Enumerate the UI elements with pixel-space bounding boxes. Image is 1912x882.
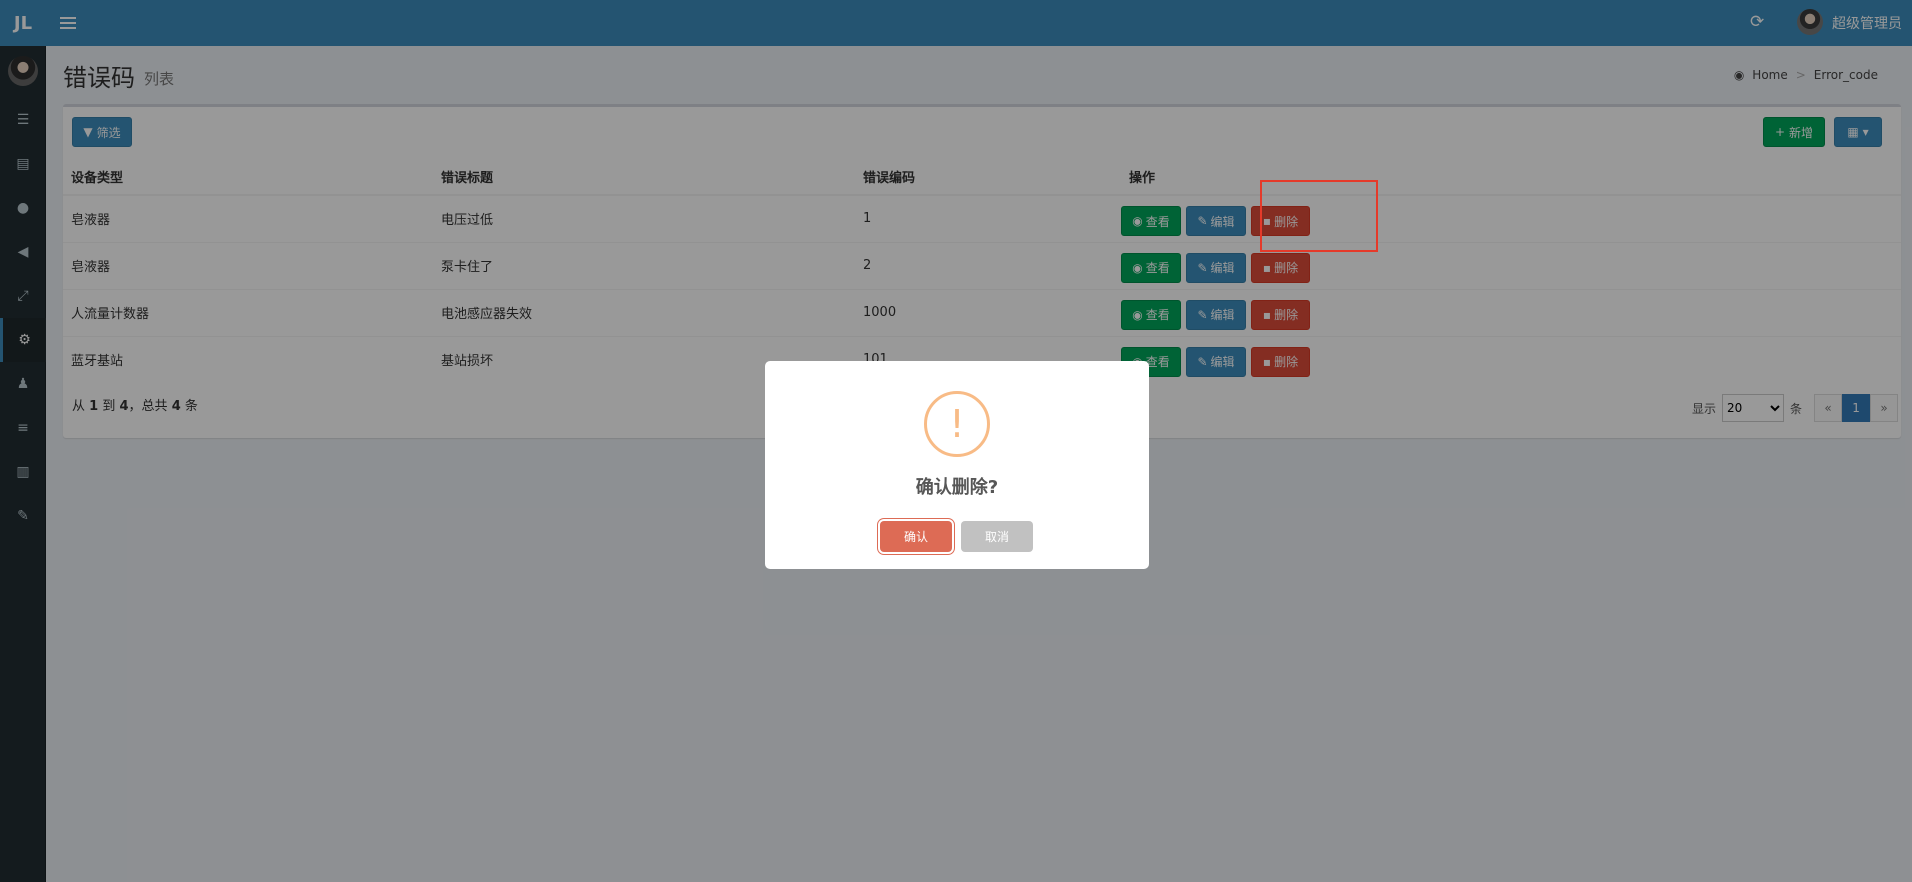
dialog-title: 确认删除?	[915, 477, 999, 498]
confirm-button[interactable]: 确认	[880, 521, 952, 552]
cancel-button[interactable]: 取消	[961, 521, 1033, 552]
confirm-delete-dialog: ! 确认删除? 确认 取消	[765, 361, 1149, 569]
highlight-box	[1260, 180, 1378, 252]
warning-icon: !	[924, 391, 990, 457]
